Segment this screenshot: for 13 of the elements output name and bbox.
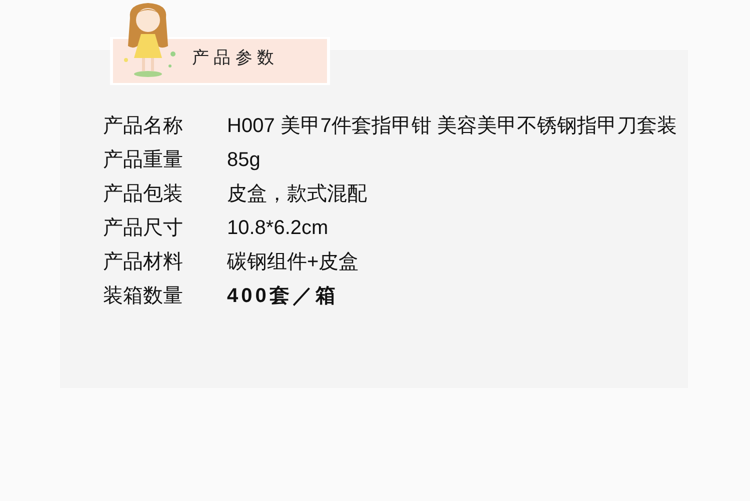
spec-value: 400套／箱 xyxy=(227,284,340,309)
spec-label: 产品材料 xyxy=(103,250,184,275)
spec-label: 产品名称 xyxy=(103,114,184,139)
spec-label: 产品重量 xyxy=(103,148,184,173)
spec-label: 装箱数量 xyxy=(103,284,184,309)
spec-value: 10.8*6.2cm xyxy=(227,216,330,241)
spec-value: 碳钢组件+皮盒 xyxy=(227,250,360,275)
section-title: 产 品 参 数 xyxy=(192,47,274,69)
spec-label: 产品尺寸 xyxy=(103,216,184,241)
spec-value: 皮盒，款式混配 xyxy=(227,182,368,207)
spec-label: 产品包装 xyxy=(103,182,184,207)
spec-value: H007 美甲7件套指甲钳 美容美甲不锈钢指甲刀套装 xyxy=(227,114,678,139)
spec-value: 85g xyxy=(227,148,262,173)
